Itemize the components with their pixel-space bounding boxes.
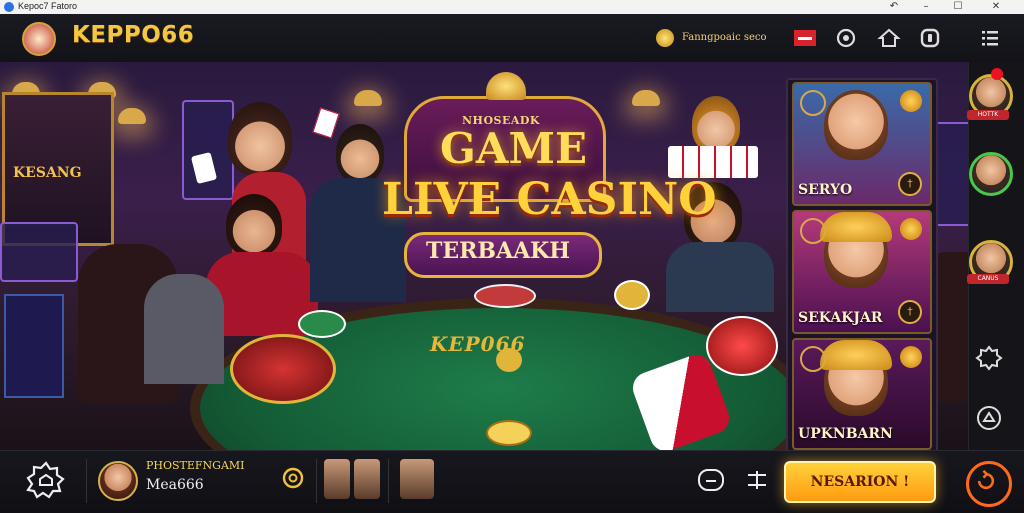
hat-decoration <box>820 212 892 242</box>
chip-stack <box>474 284 536 308</box>
game-card[interactable]: SEKAKJAR † <box>792 210 932 334</box>
slot-machine <box>4 294 64 398</box>
wall-sign-text: KESANG <box>13 165 82 181</box>
menu-icon[interactable] <box>978 26 1002 50</box>
rail-avatar[interactable] <box>969 152 1013 196</box>
game-card[interactable]: UPKNBARN <box>792 338 932 450</box>
game-cards-panel: SERYO † SEKAKJAR † UPKNBARN <box>786 78 938 454</box>
support-icon[interactable] <box>975 404 1003 432</box>
player-status: PHOSTEFNGAMI <box>146 459 245 472</box>
rail-avatar-tag: CANUS <box>967 274 1009 284</box>
game-card-name: SEKAKJAR <box>798 310 883 326</box>
hat-decoration <box>820 340 892 370</box>
filter-icon[interactable] <box>742 467 772 493</box>
register-button[interactable]: NESARION ! <box>784 461 936 503</box>
award-icon <box>800 90 826 116</box>
friend-avatar[interactable] <box>400 459 434 499</box>
ceiling-lamp <box>632 90 660 106</box>
game-card-name: UPKNBARN <box>798 426 893 442</box>
crown-icon <box>486 72 526 100</box>
close-button[interactable]: ✕ <box>982 0 1010 14</box>
award-icon <box>800 218 826 244</box>
brand-name[interactable]: KEPPO66 <box>72 22 194 48</box>
settings-icon[interactable] <box>834 26 858 50</box>
profile-icon[interactable] <box>918 26 942 50</box>
slot-screen <box>934 122 968 226</box>
player-name[interactable]: Mea666 <box>146 477 204 493</box>
chip-stack <box>614 280 650 310</box>
window-title: Kepoc7 Fatoro <box>18 1 78 11</box>
divider <box>86 459 87 503</box>
game-card[interactable]: SERYO † <box>792 82 932 206</box>
info-icon[interactable]: † <box>898 300 922 324</box>
ceiling-lamp <box>354 90 382 106</box>
app-header: KEPPO66 Fanngpoaic seco <box>0 14 1024 63</box>
dealer-hat <box>692 96 740 152</box>
award-icon <box>800 346 826 372</box>
hero-title-live-casino: LIVE CASINO <box>382 174 717 225</box>
divider <box>388 459 389 503</box>
notification-dot <box>991 68 1003 80</box>
lobby-icon[interactable] <box>24 459 68 503</box>
chip-stack <box>298 310 346 338</box>
settings-icon[interactable] <box>282 467 304 489</box>
game-card-name: SERYO <box>798 182 853 198</box>
friend-avatar[interactable] <box>354 459 380 499</box>
playing-card <box>312 107 340 139</box>
language-flag-icon[interactable] <box>794 30 816 46</box>
slot-screen <box>182 100 234 200</box>
man-sitting-body <box>666 242 774 312</box>
rail-avatar-tag: HOTTK <box>967 110 1009 120</box>
app-icon <box>4 2 14 12</box>
home-icon[interactable] <box>877 26 901 50</box>
ceiling-lamp <box>118 108 146 124</box>
back-icon[interactable]: ↶ <box>880 0 908 14</box>
bottom-bar: PHOSTEFNGAMI Mea666 NESARION ! <box>0 450 1024 513</box>
info-icon[interactable]: † <box>898 172 922 196</box>
player-avatar[interactable] <box>98 461 138 501</box>
window-titlebar: Kepoc7 Fatoro ↶ – ☐ ✕ <box>0 0 1024 14</box>
chip-stack <box>706 316 778 376</box>
minimize-button[interactable]: – <box>912 0 940 14</box>
medal-icon <box>900 90 922 112</box>
medal-icon <box>900 218 922 240</box>
hero-title-game: GAME <box>440 124 587 173</box>
friend-avatar[interactable] <box>324 459 350 499</box>
gold-chip <box>496 348 522 372</box>
coin-icon <box>656 29 674 47</box>
maximize-button[interactable]: ☐ <box>944 0 972 14</box>
roulette-wheel <box>230 334 336 404</box>
card-portrait <box>824 90 888 160</box>
refresh-icon[interactable] <box>966 461 1012 507</box>
man-suit <box>336 124 384 182</box>
brand-logo-icon[interactable] <box>22 22 56 56</box>
gear-icon[interactable] <box>975 344 1003 372</box>
divider <box>316 459 317 503</box>
player-back <box>144 274 224 384</box>
dealer-woman <box>228 102 292 176</box>
chat-icon[interactable] <box>696 467 726 493</box>
medal-icon <box>900 346 922 368</box>
coin-label[interactable]: Fanngpoaic seco <box>682 32 767 43</box>
hero-tagline: TERBAAKH <box>426 238 571 264</box>
right-rail: HOTTK CANUS <box>967 62 1024 450</box>
slot-screen <box>0 222 78 282</box>
player-woman <box>226 194 282 256</box>
gold-chip <box>486 420 532 446</box>
